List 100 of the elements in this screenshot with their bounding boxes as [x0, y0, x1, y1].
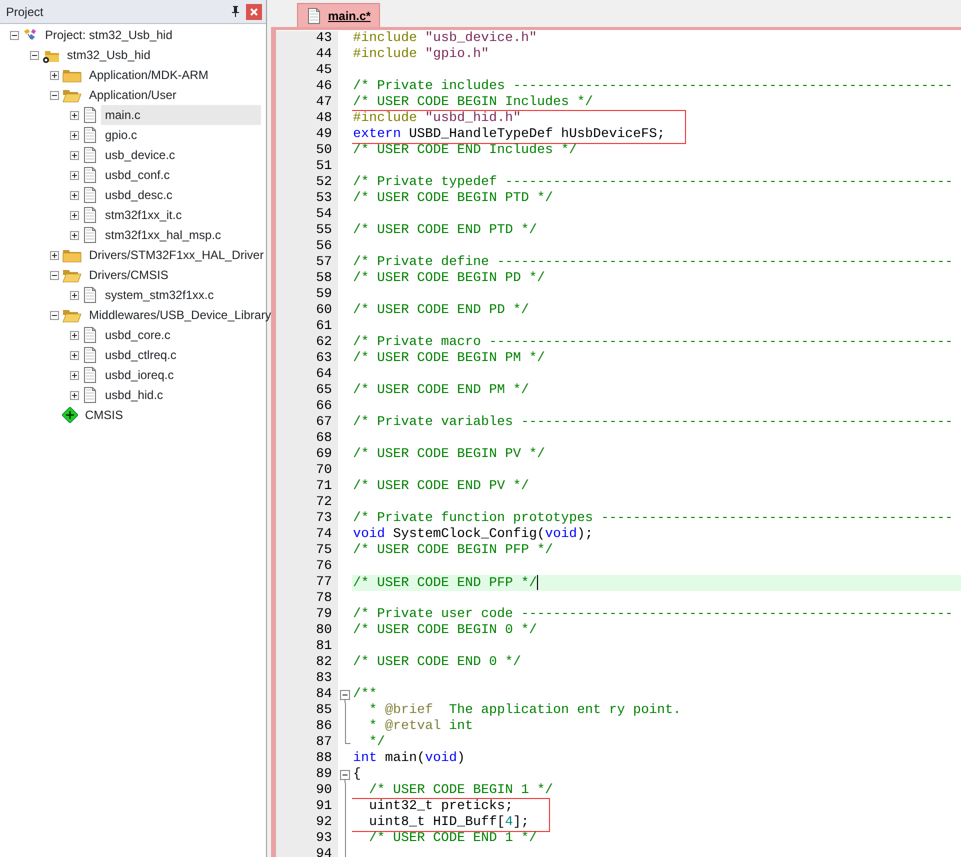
fold-toggle-icon[interactable]: [340, 770, 350, 783]
tree-item[interactable]: Project: stm32_Usb_hid: [41, 25, 176, 45]
line-number: 72: [276, 495, 338, 511]
expand-toggle-icon[interactable]: [70, 130, 79, 140]
tree-item[interactable]: Application/MDK-ARM: [85, 65, 212, 85]
collapse-toggle-icon[interactable]: [50, 270, 59, 280]
line-number: 83: [276, 671, 338, 687]
code-line: /* USER CODE BEGIN 1 */: [368, 783, 554, 799]
line-number: 60: [276, 303, 338, 319]
line-number: 93: [276, 831, 338, 847]
diamond-icon: [62, 407, 78, 423]
expand-toggle-icon[interactable]: [70, 350, 79, 360]
line-number: 65: [276, 383, 338, 399]
project-icon: [22, 28, 38, 42]
code-line: /* USER CODE BEGIN PV */: [352, 447, 546, 463]
tree-item[interactable]: usb_device.c: [101, 145, 180, 165]
expand-toggle-icon[interactable]: [70, 210, 79, 220]
file-icon: [82, 367, 98, 383]
fold-end-line: [344, 735, 350, 744]
collapse-toggle-icon[interactable]: [50, 90, 59, 100]
file-icon: [82, 347, 98, 363]
line-number: 59: [276, 287, 338, 303]
tree-item[interactable]: stm32f1xx_hal_msp.c: [101, 225, 226, 245]
expand-toggle-icon[interactable]: [70, 110, 79, 120]
line-number: 47: [276, 95, 338, 111]
file-icon: [82, 287, 98, 303]
expand-toggle-icon[interactable]: [70, 290, 79, 300]
line-number: 64: [276, 367, 338, 383]
file-icon: [82, 107, 98, 123]
line-number: 44: [276, 47, 338, 63]
expand-toggle-icon[interactable]: [70, 170, 79, 180]
tree-item[interactable]: main.c: [101, 105, 261, 125]
tree-item[interactable]: system_stm32f1xx.c: [101, 285, 218, 305]
file-icon: [82, 187, 98, 203]
open-folder-icon: [62, 267, 82, 283]
code-line: /* USER CODE END 1 */: [368, 831, 538, 847]
tree-item[interactable]: usbd_desc.c: [101, 185, 176, 205]
code-line: /* USER CODE END 0 */: [352, 655, 522, 671]
collapse-toggle-icon[interactable]: [10, 30, 19, 40]
line-number: 70: [276, 463, 338, 479]
file-tab[interactable]: main.c*: [297, 3, 380, 27]
expand-toggle-icon[interactable]: [50, 70, 59, 80]
file-icon: [82, 147, 98, 163]
line-number: 78: [276, 591, 338, 607]
expand-toggle-icon[interactable]: [70, 230, 79, 240]
file-icon: [82, 327, 98, 343]
expand-toggle-icon[interactable]: [70, 150, 79, 160]
file-icon: [82, 227, 98, 243]
expand-toggle-icon[interactable]: [50, 250, 59, 260]
tree-item[interactable]: usbd_hid.c: [101, 385, 168, 405]
panel-title: Project: [6, 4, 44, 20]
line-number: 94: [276, 847, 338, 857]
code-line: /* USER CODE BEGIN PTD */: [352, 191, 554, 207]
code-line: extern USBD_HandleTypeDef hUsbDeviceFS;: [352, 127, 666, 143]
code-line: /* USER CODE END PV */: [352, 479, 530, 495]
code-line: void SystemClock_Config(void);: [352, 527, 594, 543]
line-number: 91: [276, 799, 338, 815]
line-number: 74: [276, 527, 338, 543]
code-line: #include "usbd_hid.h": [352, 111, 522, 127]
code-line: /* Private user code ------------------------------------------------------: [352, 607, 954, 623]
open-folder-icon: [62, 307, 82, 323]
tree-item[interactable]: Middlewares/USB_Device_Library: [85, 305, 276, 325]
tree-item[interactable]: stm32f1xx_it.c: [101, 205, 186, 225]
line-number: 82: [276, 655, 338, 671]
code-line: */: [368, 735, 386, 751]
tree-item[interactable]: usbd_core.c: [101, 325, 174, 345]
fold-toggle-icon[interactable]: [340, 690, 350, 703]
expand-toggle-icon[interactable]: [70, 370, 79, 380]
tree-item[interactable]: usbd_ctlreq.c: [101, 345, 180, 365]
tree-item[interactable]: Drivers/CMSIS: [85, 265, 172, 285]
expand-toggle-icon[interactable]: [70, 390, 79, 400]
tree-item[interactable]: usbd_conf.c: [101, 165, 174, 185]
pin-icon[interactable]: [231, 6, 240, 17]
code-line: uint8_t HID_Buff[4];: [368, 815, 530, 831]
code-line: /* USER CODE BEGIN 0 */: [352, 623, 538, 639]
tree-item[interactable]: CMSIS: [81, 405, 128, 425]
text-cursor: [536, 575, 538, 590]
tree-item[interactable]: Application/User: [85, 85, 180, 105]
tree-item[interactable]: stm32_Usb_hid: [63, 45, 154, 65]
code-line: /**: [352, 687, 378, 703]
code-line: /* USER CODE END PD */: [352, 303, 530, 319]
code-line: /* Private typedef --------------------------------------------------------: [352, 175, 954, 191]
line-number: 69: [276, 447, 338, 463]
expand-toggle-icon[interactable]: [70, 330, 79, 340]
tree-item[interactable]: gpio.c: [101, 125, 142, 145]
line-number: 45: [276, 63, 338, 79]
line-number: 63: [276, 351, 338, 367]
collapse-toggle-icon[interactable]: [30, 50, 39, 60]
code-line: #include "usb_device.h": [352, 31, 538, 47]
line-number: 62: [276, 335, 338, 351]
close-button[interactable]: [246, 4, 262, 20]
tree-item[interactable]: usbd_ioreq.c: [101, 365, 178, 385]
line-number: 85: [276, 703, 338, 719]
line-number: 90: [276, 783, 338, 799]
collapse-toggle-icon[interactable]: [50, 310, 59, 320]
line-number: 84: [276, 687, 338, 703]
tree-item[interactable]: Drivers/STM32F1xx_HAL_Driver: [85, 245, 268, 265]
folder-icon: [62, 67, 82, 83]
code-line: * @brief The application ent ry point.: [368, 703, 682, 719]
expand-toggle-icon[interactable]: [70, 190, 79, 200]
